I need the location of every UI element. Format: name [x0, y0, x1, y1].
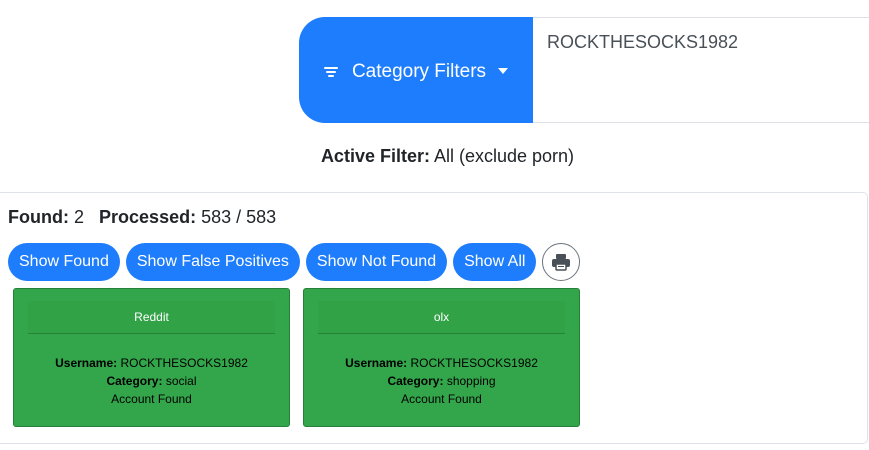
show-false-positives-button[interactable]: Show False Positives: [125, 243, 300, 281]
result-card-site: olx: [318, 301, 565, 334]
result-card-username: Username: ROCKTHESOCKS1982: [14, 354, 289, 372]
app-root: Category Filters ROCKTHESOCKS1982 Active…: [0, 0, 869, 450]
username-label: Username:: [55, 356, 118, 370]
show-not-found-button[interactable]: Show Not Found: [305, 243, 448, 281]
found-label: Found:: [8, 207, 69, 227]
print-button[interactable]: [542, 243, 581, 281]
result-card-site: Reddit: [28, 301, 275, 334]
username-value: ROCKTHESOCKS1982: [410, 356, 538, 370]
result-filter-buttons: Show Found Show False Positives Show Not…: [8, 243, 581, 281]
result-card-status: Account Found: [111, 392, 192, 406]
result-card: Reddit Username: ROCKTHESOCKS1982 Catego…: [13, 288, 290, 427]
printer-icon: [552, 254, 571, 271]
category-value: shopping: [446, 374, 496, 388]
category-label: Category:: [106, 374, 163, 388]
category-value: social: [165, 374, 197, 388]
result-card-status: Account Found: [401, 392, 482, 406]
active-filter-line: Active Filter: All (exclude porn): [0, 146, 869, 167]
username-value: ROCKTHESOCKS1982: [120, 356, 248, 370]
result-card-category: Category: social: [14, 372, 289, 390]
category-filters-label: Category Filters: [351, 61, 487, 82]
result-card-username: Username: ROCKTHESOCKS1982: [304, 354, 579, 372]
caret-down-icon: [498, 68, 509, 74]
username-label: Username:: [345, 356, 408, 370]
category-label: Category:: [387, 374, 444, 388]
result-card-category: Category: shopping: [304, 372, 579, 390]
result-card-body: Username: ROCKTHESOCKS1982 Category: soc…: [14, 354, 289, 408]
username-search-input[interactable]: ROCKTHESOCKS1982: [533, 17, 869, 123]
active-filter-value: All (exclude porn): [433, 146, 575, 166]
processed-label: Processed:: [99, 207, 197, 227]
category-filters-button[interactable]: Category Filters: [299, 17, 533, 123]
result-card: olx Username: ROCKTHESOCKS1982 Category:…: [303, 288, 580, 427]
show-found-button[interactable]: Show Found: [8, 243, 120, 281]
filter-lines-icon: [323, 67, 338, 77]
results-stats: Found: 2 Processed: 583 / 583: [8, 207, 276, 228]
processed-count: 583 / 583: [201, 207, 277, 227]
active-filter-label: Active Filter:: [320, 146, 430, 166]
found-count: 2: [74, 207, 85, 227]
show-all-button[interactable]: Show All: [453, 243, 537, 281]
result-card-body: Username: ROCKTHESOCKS1982 Category: sho…: [304, 354, 579, 408]
search-input-value: ROCKTHESOCKS1982: [547, 32, 739, 52]
